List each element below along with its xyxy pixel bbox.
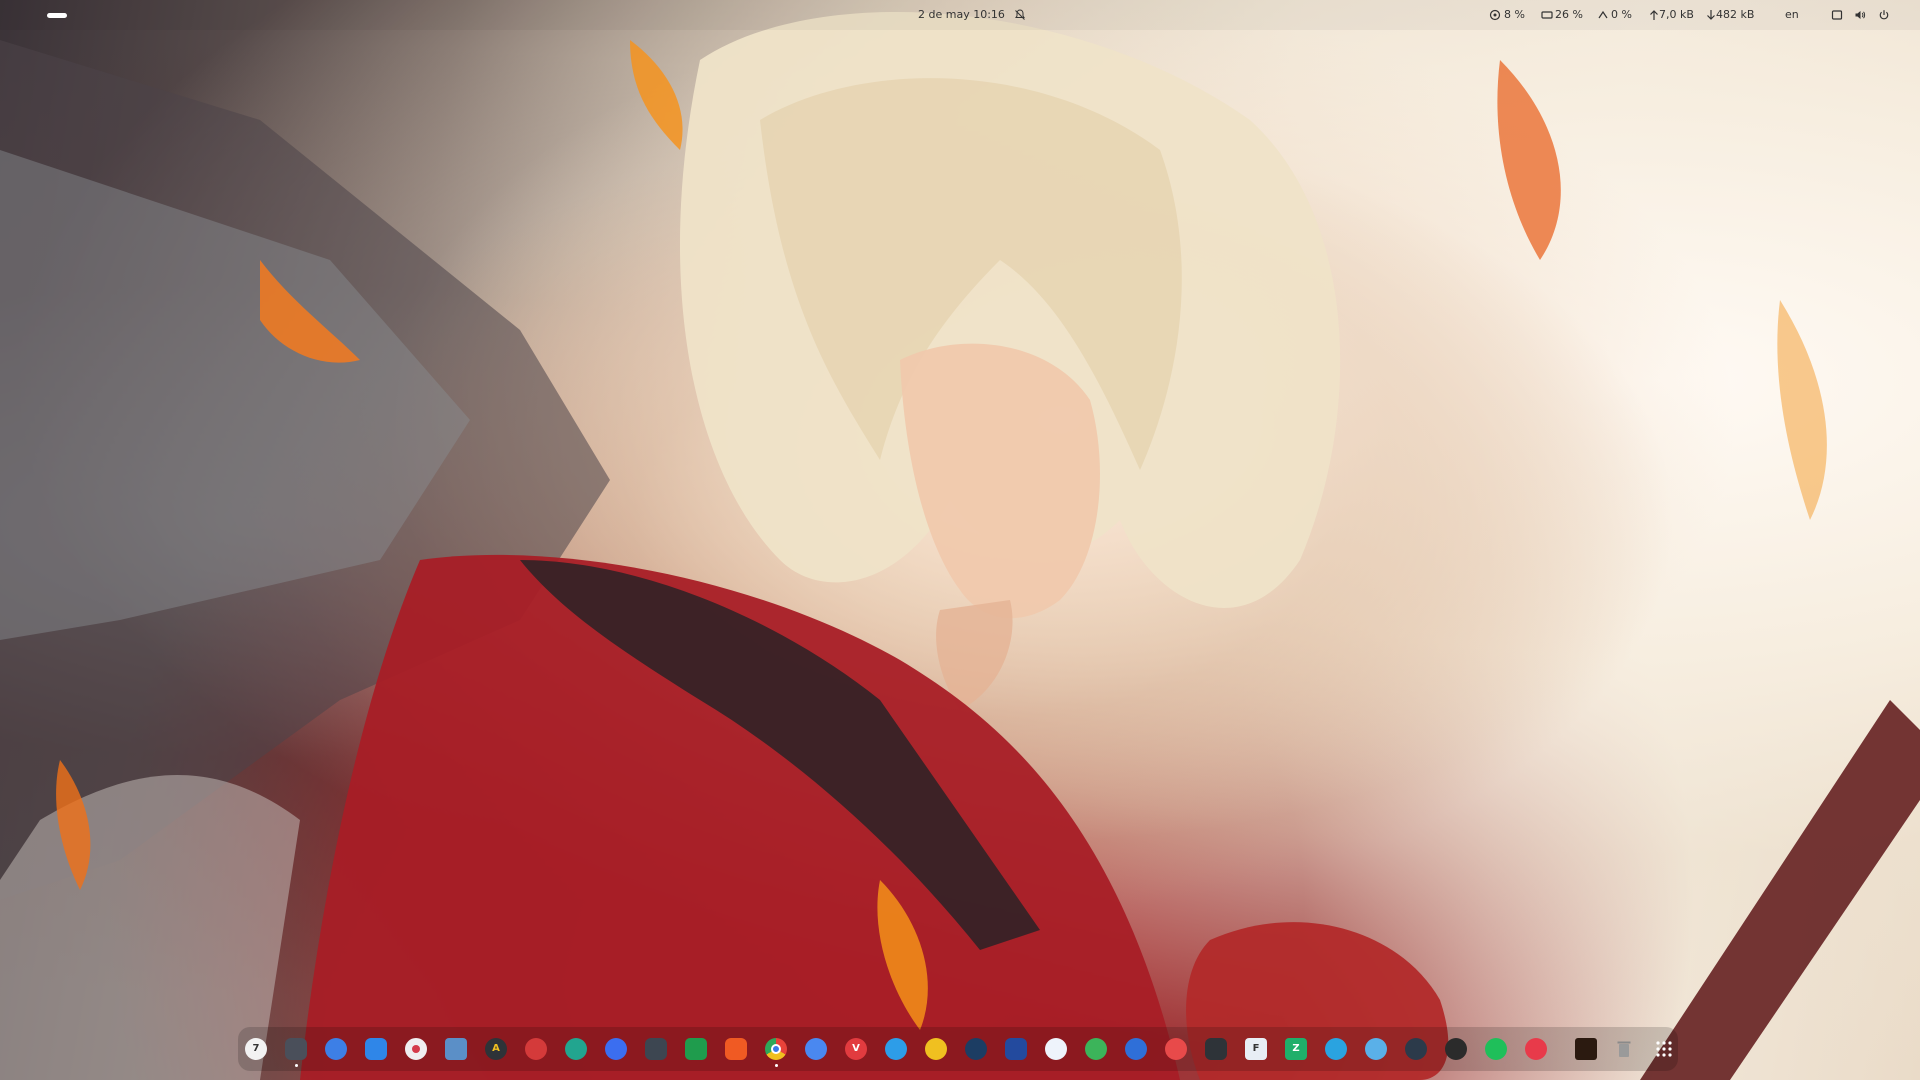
whatsapp-icon[interactable]: [1485, 1038, 1507, 1060]
safari-icon[interactable]: [885, 1038, 907, 1060]
memory-icon: [1541, 11, 1553, 19]
files-icon[interactable]: [285, 1038, 307, 1060]
font-viewer-icon[interactable]: F: [1245, 1038, 1267, 1060]
sphere-icon[interactable]: [1365, 1038, 1387, 1060]
clock[interactable]: 2 de may 10:16: [918, 8, 1005, 21]
memory-usage: 26 %: [1555, 8, 1583, 21]
calendar-icon[interactable]: 7: [245, 1038, 267, 1060]
swap-usage: 0 %: [1611, 8, 1632, 21]
vivaldi-icon[interactable]: V: [845, 1038, 867, 1060]
chrome-icon[interactable]: [765, 1038, 787, 1060]
app-yellow-icon[interactable]: [925, 1038, 947, 1060]
zotero-icon[interactable]: Z: [1285, 1038, 1307, 1060]
wallpaper-art: [0, 12, 1920, 1080]
download-rate: 482 kB: [1716, 8, 1755, 21]
bitwarden-icon[interactable]: [1005, 1038, 1027, 1060]
trash-icon[interactable]: [1613, 1038, 1635, 1060]
app-red-icon[interactable]: [1165, 1038, 1187, 1060]
extensions-icon[interactable]: [645, 1038, 667, 1060]
hexagon-app-icon[interactable]: [685, 1038, 707, 1060]
notifications-off-icon[interactable]: [1014, 9, 1026, 21]
sticky-icon[interactable]: [1205, 1038, 1227, 1060]
record-icon[interactable]: [525, 1038, 547, 1060]
upload-rate: 7,0 kB: [1659, 8, 1694, 21]
calendar-day: 7: [252, 1043, 260, 1054]
swap-icon: [1598, 10, 1608, 19]
volume-icon[interactable]: [1854, 9, 1866, 21]
proton-icon[interactable]: [1125, 1038, 1147, 1060]
chromium-icon[interactable]: [805, 1038, 827, 1060]
toggle-icon[interactable]: [1405, 1038, 1427, 1060]
tile-app-icon[interactable]: [1575, 1038, 1597, 1060]
top-panel: 2 de may 10:16 8 % 26 % 0 % 7,0 kB 482 k…: [0, 0, 1920, 30]
text-editor-icon[interactable]: A: [485, 1038, 507, 1060]
headphones-icon[interactable]: [1525, 1038, 1547, 1060]
monitor-icon[interactable]: [565, 1038, 587, 1060]
clipboard-icon[interactable]: [1045, 1038, 1067, 1060]
running-indicator: [295, 1064, 298, 1067]
steam-icon[interactable]: [965, 1038, 987, 1060]
running-indicator: [775, 1064, 778, 1067]
power-icon[interactable]: [1878, 9, 1890, 21]
cpu-icon: [1489, 9, 1501, 21]
app-grid-icon[interactable]: [1653, 1038, 1675, 1060]
cpu-usage: 8 %: [1504, 8, 1525, 21]
store-icon[interactable]: [365, 1038, 387, 1060]
activities-indicator[interactable]: [47, 13, 67, 18]
printer-icon[interactable]: [445, 1038, 467, 1060]
desktop-wallpaper: 2 de may 10:16 8 % 26 % 0 % 7,0 kB 482 k…: [0, 0, 1920, 1080]
cheese-icon[interactable]: [405, 1038, 427, 1060]
app-green-icon[interactable]: [1085, 1038, 1107, 1060]
mail-icon[interactable]: [325, 1038, 347, 1060]
telegram-icon[interactable]: [1325, 1038, 1347, 1060]
brave-icon[interactable]: [725, 1038, 747, 1060]
display-icon[interactable]: [1831, 9, 1843, 21]
keyboard-layout[interactable]: en: [1785, 8, 1799, 21]
messages-icon[interactable]: [605, 1038, 627, 1060]
terminal-icon[interactable]: [1445, 1038, 1467, 1060]
